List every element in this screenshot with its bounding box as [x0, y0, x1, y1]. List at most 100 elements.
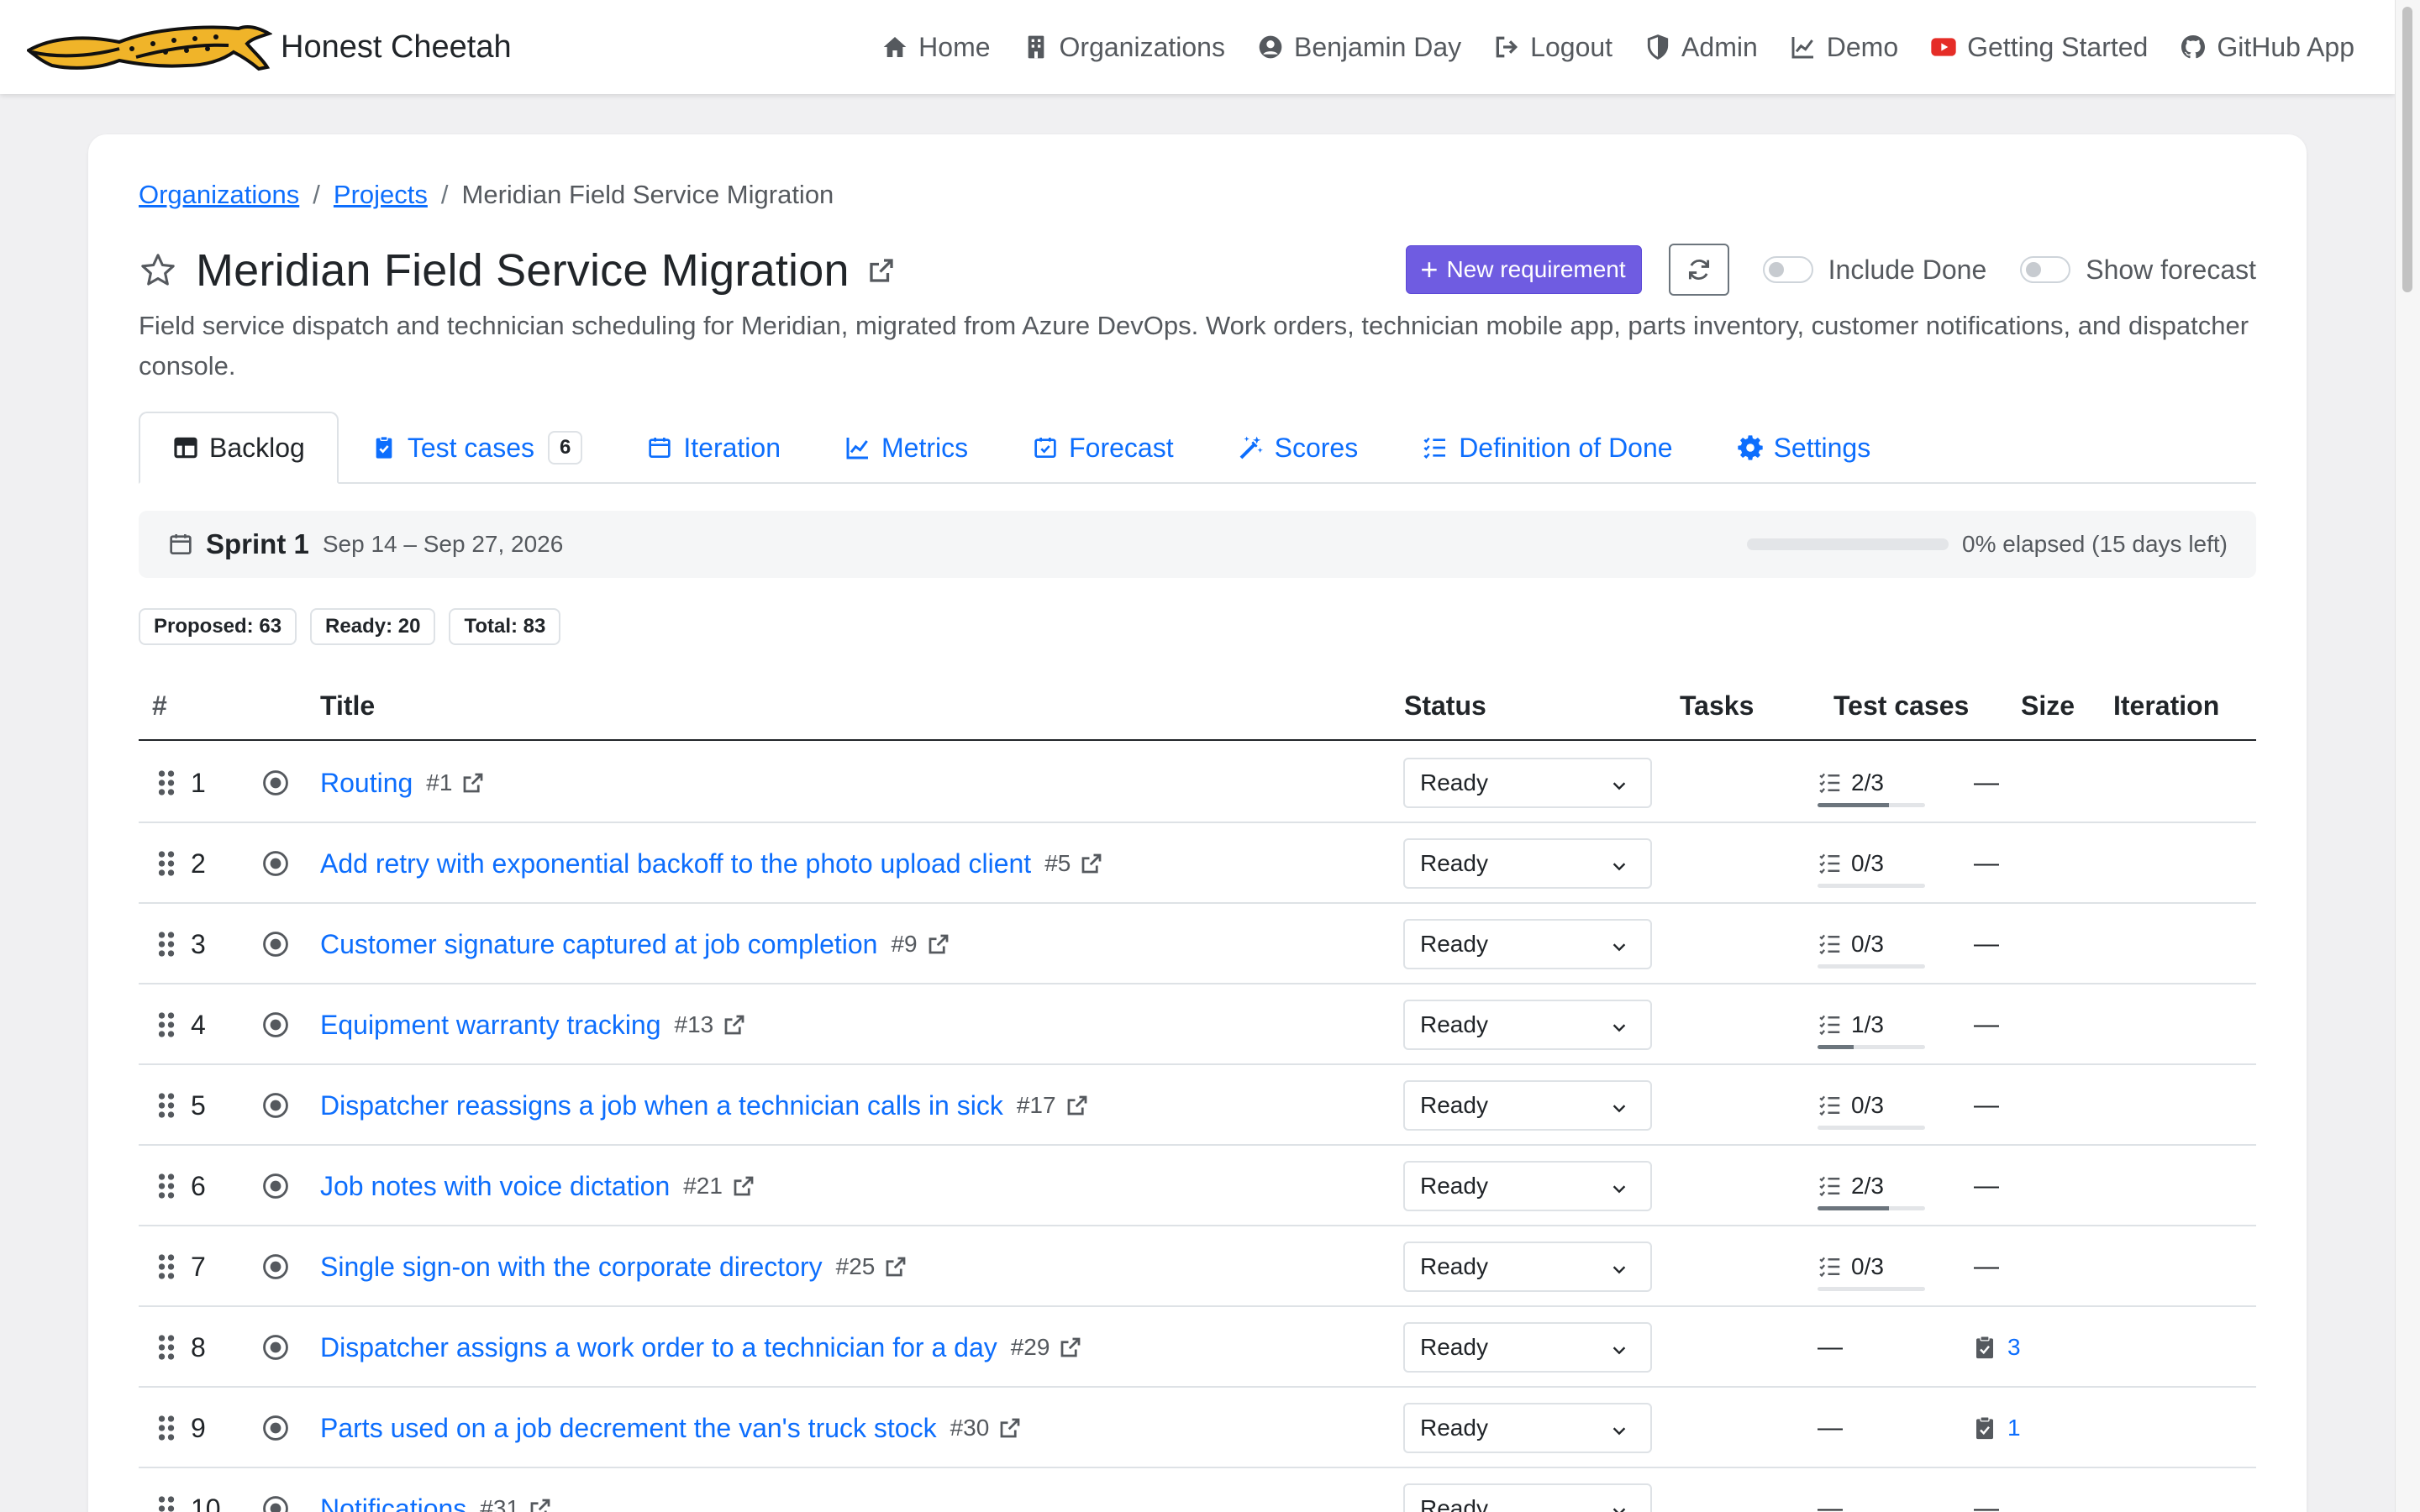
drag-handle[interactable] — [157, 1226, 176, 1307]
brand[interactable]: Honest Cheetah — [27, 18, 512, 76]
table-row[interactable]: 7 Single sign-on with the corporate direc… — [139, 1226, 2256, 1307]
status-select[interactable]: Ready — [1403, 1322, 1652, 1373]
breadcrumb-organizations[interactable]: Organizations — [139, 180, 299, 210]
nav-getting-started[interactable]: Getting Started — [1930, 32, 2148, 63]
table-row[interactable]: 3 Customer signature captured at job comp… — [139, 904, 2256, 984]
nav-logout[interactable]: Logout — [1493, 32, 1612, 63]
drag-handle[interactable] — [157, 1307, 176, 1388]
test-cases-link[interactable]: 3 — [1974, 1334, 2021, 1361]
external-link-icon[interactable] — [866, 255, 897, 286]
tab-forecast[interactable]: Forecast — [1000, 412, 1205, 484]
row-number: 4 — [191, 1009, 206, 1040]
refresh-button[interactable] — [1668, 244, 1729, 296]
tasks-cell[interactable]: 0/3 — [1818, 823, 1935, 904]
requirement-title-link[interactable]: Routing — [320, 768, 413, 799]
tasks-cell[interactable]: 0/3 — [1818, 904, 1935, 984]
tasks-cell[interactable]: 1/3 — [1818, 984, 1935, 1065]
column-header-status[interactable]: Status — [1404, 690, 1486, 722]
column-header-test-cases[interactable]: Test cases — [1833, 690, 1969, 722]
breadcrumb-projects[interactable]: Projects — [334, 180, 428, 210]
external-link-icon[interactable] — [997, 1415, 1023, 1441]
scrollbar-thumb[interactable] — [2402, 7, 2412, 292]
chevron-down-icon — [1612, 1266, 1626, 1274]
requirement-title-link[interactable]: Dispatcher reassigns a job when a techni… — [320, 1090, 1003, 1121]
drag-handle[interactable] — [157, 984, 176, 1065]
test-cases-count-badge: 6 — [548, 431, 583, 465]
drag-handle[interactable] — [157, 1468, 176, 1512]
star-icon[interactable] — [139, 251, 177, 290]
nav-admin[interactable]: Admin — [1644, 32, 1758, 63]
tab-metrics[interactable]: Metrics — [813, 412, 1000, 484]
include-done-toggle[interactable]: Include Done — [1762, 255, 1986, 286]
nav-user[interactable]: Benjamin Day — [1257, 32, 1461, 63]
table-row[interactable]: 2 Add retry with exponential backoff to t… — [139, 823, 2256, 904]
status-select[interactable]: Ready — [1403, 1161, 1652, 1211]
column-header-tasks[interactable]: Tasks — [1680, 690, 1754, 722]
drag-handle[interactable] — [157, 1065, 176, 1146]
tab-definition-of-done[interactable]: Definition of Done — [1390, 412, 1704, 484]
table-row[interactable]: 8 Dispatcher assigns a work order to a te… — [139, 1307, 2256, 1388]
requirement-title-link[interactable]: Single sign-on with the corporate direct… — [320, 1252, 823, 1283]
tasks-cell[interactable]: 2/3 — [1818, 1146, 1935, 1226]
status-select[interactable]: Ready — [1403, 838, 1652, 889]
column-header-title[interactable]: Title — [320, 690, 375, 722]
new-requirement-button[interactable]: + New requirement — [1406, 245, 1642, 294]
tasks-cell[interactable]: 0/3 — [1818, 1065, 1935, 1146]
status-select[interactable]: Ready — [1403, 758, 1652, 808]
tab-test-cases[interactable]: Test cases 6 — [339, 412, 615, 484]
external-link-icon[interactable] — [1065, 1093, 1090, 1118]
requirement-title-link[interactable]: Dispatcher assigns a work order to a tec… — [320, 1332, 997, 1363]
drag-handle[interactable] — [157, 1146, 176, 1226]
show-forecast-switch[interactable] — [2020, 256, 2071, 283]
row-number: 5 — [191, 1089, 206, 1121]
tab-scores[interactable]: Scores — [1206, 412, 1391, 484]
requirement-title-link[interactable]: Parts used on a job decrement the van's … — [320, 1413, 937, 1444]
tab-backlog[interactable]: Backlog — [139, 412, 339, 484]
status-select[interactable]: Ready — [1403, 1080, 1652, 1131]
table-row[interactable]: 9 Parts used on a job decrement the van's… — [139, 1388, 2256, 1468]
nav-home[interactable]: Home — [881, 32, 991, 63]
status-select[interactable]: Ready — [1403, 919, 1652, 969]
requirement-id: #29 — [1010, 1334, 1050, 1360]
nav-demo[interactable]: Demo — [1790, 32, 1898, 63]
requirement-title-link[interactable]: Add retry with exponential backoff to th… — [320, 848, 1031, 879]
external-link-icon[interactable] — [528, 1496, 553, 1512]
external-link-icon[interactable] — [926, 932, 951, 957]
external-link-icon[interactable] — [1079, 851, 1104, 876]
column-header-iteration[interactable]: Iteration — [2113, 690, 2219, 722]
requirement-id: #9 — [891, 931, 918, 957]
include-done-switch[interactable] — [1762, 256, 1813, 283]
test-cases-link[interactable]: 1 — [1974, 1415, 2021, 1441]
table-row[interactable]: 1 Routing #1 Ready 2/3 — — [139, 743, 2256, 823]
status-select[interactable]: Ready — [1403, 1403, 1652, 1453]
requirement-title-link[interactable]: Notifications — [320, 1494, 466, 1512]
table-row[interactable]: 6 Job notes with voice dictation #21 Ready 2… — [139, 1146, 2256, 1226]
drag-handle[interactable] — [157, 823, 176, 904]
requirement-title-link[interactable]: Job notes with voice dictation — [320, 1171, 670, 1202]
tasks-progress-fill — [1818, 1206, 1890, 1210]
external-link-icon[interactable] — [722, 1012, 747, 1037]
tasks-cell[interactable]: 2/3 — [1818, 743, 1935, 823]
nav-github-app[interactable]: GitHub App — [2180, 32, 2354, 63]
tasks-cell[interactable]: 0/3 — [1818, 1226, 1935, 1307]
external-link-icon[interactable] — [1058, 1335, 1083, 1360]
nav-organizations[interactable]: Organizations — [1023, 32, 1225, 63]
requirement-title-link[interactable]: Customer signature captured at job compl… — [320, 929, 877, 960]
tab-settings[interactable]: Settings — [1705, 412, 1903, 484]
show-forecast-toggle[interactable]: Show forecast — [2020, 255, 2256, 286]
external-link-icon[interactable] — [731, 1173, 756, 1199]
table-row[interactable]: 10 Notifications #31 Ready — — — [139, 1468, 2256, 1512]
external-link-icon[interactable] — [883, 1254, 908, 1279]
tab-iteration[interactable]: Iteration — [614, 412, 813, 484]
column-header-size[interactable]: Size — [2021, 690, 2075, 722]
table-row[interactable]: 4 Equipment warranty tracking #13 Ready 1/3 — — [139, 984, 2256, 1065]
drag-handle[interactable] — [157, 743, 176, 823]
drag-handle[interactable] — [157, 1388, 176, 1468]
requirement-title-link[interactable]: Equipment warranty tracking — [320, 1010, 661, 1041]
table-row[interactable]: 5 Dispatcher reassigns a job when a techn… — [139, 1065, 2256, 1146]
external-link-icon[interactable] — [460, 770, 486, 795]
status-select[interactable]: Ready — [1403, 1000, 1652, 1050]
drag-handle[interactable] — [157, 904, 176, 984]
status-select[interactable]: Ready — [1403, 1242, 1652, 1292]
status-select[interactable]: Ready — [1403, 1483, 1652, 1512]
